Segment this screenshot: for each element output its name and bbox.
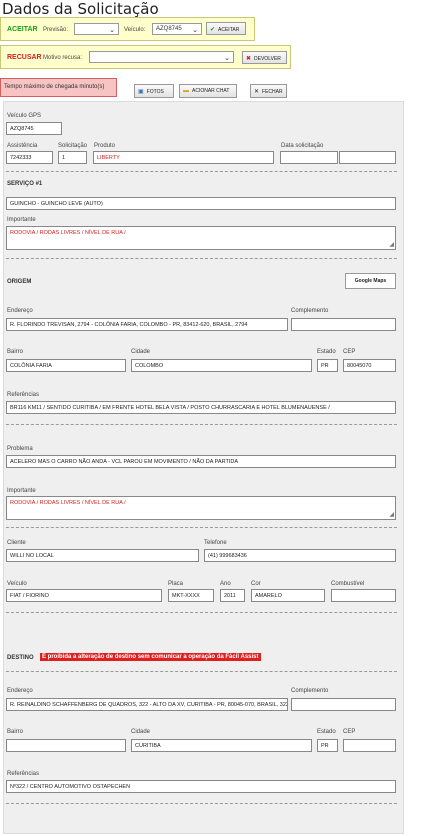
gps-label: Veículo GPS <box>7 113 42 119</box>
product-field[interactable]: LIBERTY <box>93 151 274 164</box>
client-label: Cliente <box>7 540 26 546</box>
page-title: Dados da Solicitação <box>2 0 159 18</box>
arrival-time-alert: Tempo máximo de chegada minuto(s) <box>0 78 117 97</box>
forecast-select[interactable]: ⌄ <box>74 23 119 35</box>
chevron-down-icon: ⌄ <box>109 27 115 34</box>
origin-cep-field[interactable]: 80045070 <box>343 359 396 372</box>
problem-label: Problema <box>7 446 33 452</box>
destination-cep-field[interactable] <box>343 739 396 752</box>
close-button[interactable]: ✕ FECHAR <box>250 84 287 98</box>
accept-bar: ACEITAR Previsão: ⌄ Veículo: AZQ8745 ⌄ ✔ A… <box>0 17 255 41</box>
close-icon: ✖ <box>246 56 252 62</box>
origin-cep-label: CEP <box>343 349 356 355</box>
destination-complement-label: Complemento <box>291 688 329 694</box>
destination-district-label: Bairro <box>7 729 24 735</box>
origin-district-field[interactable]: COLÔNIA FARIA <box>6 359 126 372</box>
chevron-down-icon: ⌄ <box>192 27 198 34</box>
check-icon: ✔ <box>210 27 216 33</box>
vehicle-model-field[interactable]: FIAT / FIORINO <box>6 589 162 602</box>
year-label: Ano <box>220 581 231 587</box>
assist-label: Assistência <box>7 143 38 149</box>
origin-address-label: Endereço <box>7 308 33 314</box>
google-maps-button[interactable]: Google Maps <box>345 273 396 289</box>
refuse-label: RECUSAR <box>7 54 42 61</box>
problem-field[interactable]: ACELERO MAS O CARRO NÃO ANDA - VCL PAROU… <box>6 455 396 468</box>
vehicle-model-label: Veículo <box>7 581 27 587</box>
resize-grip-icon: ◢ <box>389 242 394 248</box>
vehicle-select[interactable]: AZQ8745 ⌄ <box>152 23 202 35</box>
divider <box>6 803 397 804</box>
destination-references-label: Referências <box>7 771 40 777</box>
service-important-textarea[interactable]: RODOVIA / RODAS LIVRES / NÍVEL DE RUA / ◢ <box>6 226 396 250</box>
destination-state-label: Estado <box>317 729 336 735</box>
destination-district-field[interactable] <box>6 739 126 752</box>
origin-important-label: Importante <box>7 488 36 494</box>
reason-select[interactable]: ⌄ <box>89 51 234 63</box>
origin-district-label: Bairro <box>7 349 24 355</box>
accept-label: ACEITAR <box>7 26 38 33</box>
destination-state-field[interactable]: PR <box>317 739 338 752</box>
divider <box>6 171 397 172</box>
refuse-bar: RECUSAR Motivo recusa: ⌄ ✖ DEVOLVER <box>0 45 291 69</box>
origin-important-textarea[interactable]: RODOVIA / RODAS LIVRES / NÍVEL DE RUA / ◢ <box>6 496 396 520</box>
service-title: SERVIÇO #1 <box>7 181 43 187</box>
origin-state-field[interactable]: PR <box>317 359 338 372</box>
client-field[interactable]: WILLI NO LOCAL <box>6 549 199 562</box>
product-label: Produto <box>94 143 116 149</box>
chevron-down-icon: ⌄ <box>224 55 230 62</box>
color-label: Cor <box>251 581 261 587</box>
destination-complement-field[interactable] <box>291 698 396 711</box>
divider <box>6 258 397 259</box>
request-label: Solicitação <box>58 143 88 149</box>
assist-field[interactable]: 7242333 <box>6 151 53 164</box>
chat-icon: ▬ <box>183 88 189 94</box>
destination-address-label: Endereço <box>7 688 33 694</box>
request-field[interactable]: 1 <box>58 151 87 164</box>
destination-references-field[interactable]: Nº322 / CENTRO AUTOMOTIVO OSTAPECHEN <box>6 780 396 793</box>
origin-city-label: Cidade <box>131 349 151 355</box>
destination-title: DESTINO <box>7 655 34 661</box>
time-field[interactable] <box>339 151 396 164</box>
destination-warning: É proibida a alteração de destino sem co… <box>40 653 261 661</box>
date-label: Data solicitação <box>281 143 324 149</box>
vehicle-label: Veículo: <box>124 27 146 33</box>
destination-city-label: Cidade <box>131 729 151 735</box>
chat-button[interactable]: ▬ ACIONAR CHAT <box>179 84 237 98</box>
phone-field[interactable]: (41) 999683436 <box>204 549 396 562</box>
service-important-label: Importante <box>7 217 36 223</box>
resize-grip-icon: ◢ <box>389 512 394 518</box>
destination-cep-label: CEP <box>343 729 356 735</box>
divider <box>6 424 397 425</box>
origin-city-field[interactable]: COLOMBO <box>131 359 312 372</box>
plate-field[interactable]: MKT-XXXX <box>168 589 214 602</box>
plate-label: Placa <box>168 581 184 587</box>
refuse-button[interactable]: ✖ DEVOLVER <box>242 51 287 64</box>
divider <box>6 612 397 613</box>
divider <box>6 527 397 528</box>
origin-references-field[interactable]: BR116 KM11 / SENTIDO CURITIBA / EM FRENT… <box>6 401 396 414</box>
divider <box>6 671 397 672</box>
reason-label: Motivo recusa: <box>43 55 83 61</box>
fuel-label: Combustível <box>331 581 365 587</box>
date-field[interactable] <box>280 151 338 164</box>
origin-complement-label: Complemento <box>291 308 329 314</box>
fuel-field[interactable] <box>331 589 396 602</box>
origin-state-label: Estado <box>317 349 336 355</box>
service-field[interactable]: GUINCHO - GUINCHO LEVE (AUTO) <box>6 197 396 210</box>
phone-label: Telefone <box>204 540 227 546</box>
origin-complement-field[interactable] <box>291 318 396 331</box>
gps-field[interactable]: AZQ8745 <box>6 122 62 135</box>
year-field[interactable]: 2011 <box>220 589 245 602</box>
photos-button[interactable]: ▣ FOTOS <box>134 84 174 98</box>
origin-title: ORIGEM <box>7 279 32 285</box>
origin-references-label: Referências <box>7 392 40 398</box>
destination-city-field[interactable]: CURITIBA <box>131 739 312 752</box>
color-field[interactable]: AMARELO <box>251 589 325 602</box>
accept-button[interactable]: ✔ ACEITAR <box>206 22 246 35</box>
image-icon: ▣ <box>138 89 144 95</box>
destination-address-field[interactable]: R. REINALDINO SCHAFFENBERG DE QUADROS, 3… <box>6 698 288 711</box>
close-icon: ✕ <box>254 89 260 95</box>
forecast-label: Previsão: <box>43 27 69 33</box>
origin-address-field[interactable]: R. FLORINDO TREVISAN, 2794 - COLÔNIA FAR… <box>6 318 288 331</box>
